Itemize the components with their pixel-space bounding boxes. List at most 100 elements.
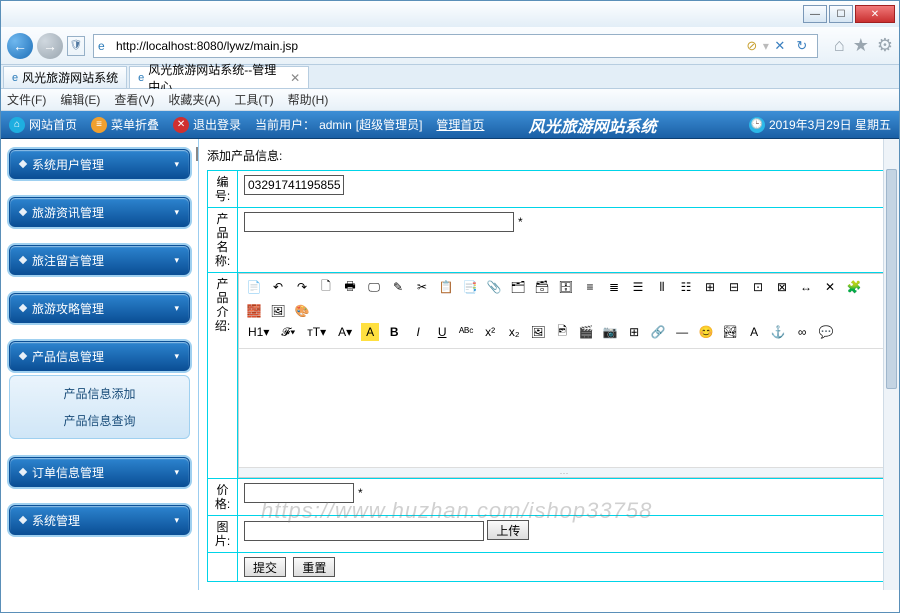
name-input[interactable]: [244, 212, 514, 232]
editor-tool-icon[interactable]: 📄: [245, 278, 263, 296]
editor-tool-icon[interactable]: 🗄: [557, 278, 575, 296]
home-icon[interactable]: ⌂: [834, 35, 845, 56]
editor-tool-icon[interactable]: 😊: [697, 323, 715, 341]
editor-tool-icon[interactable]: ≣: [605, 278, 623, 296]
editor-tool-icon[interactable]: 🎬: [577, 323, 595, 341]
editor-tool-icon[interactable]: ∞: [793, 323, 811, 341]
reset-button[interactable]: 重置: [293, 557, 335, 577]
editor-tool-icon[interactable]: 🔗: [649, 323, 667, 341]
editor-tool-icon[interactable]: 🖼: [269, 302, 287, 320]
address-bar[interactable]: e ⊘ ▾ ✕ ↻: [93, 34, 818, 58]
editor-tool-icon[interactable]: ✕: [821, 278, 839, 296]
pic-input[interactable]: [244, 521, 484, 541]
editor-tool-icon[interactable]: ᴬᴮᶜ: [457, 323, 475, 341]
highlight-icon[interactable]: A: [361, 323, 379, 341]
editor-tool-icon[interactable]: x₂: [505, 323, 523, 341]
menu-favorites[interactable]: 收藏夹(A): [168, 91, 220, 108]
editor-tool-icon[interactable]: 🖼: [529, 323, 547, 341]
editor-tool-icon[interactable]: ↶: [269, 278, 287, 296]
refresh-icon[interactable]: ↻: [793, 37, 811, 55]
sidebar-item-4[interactable]: 产品信息管理▾: [9, 341, 190, 371]
editor-resize-handle[interactable]: ⋯: [239, 467, 889, 477]
editor-tool-icon[interactable]: 🗋: [317, 278, 335, 296]
forward-button[interactable]: →: [37, 33, 63, 59]
code-input[interactable]: [244, 175, 344, 195]
menu-file[interactable]: 文件(F): [7, 91, 46, 108]
editor-tool-icon[interactable]: 🏞: [721, 323, 739, 341]
back-button[interactable]: ←: [7, 33, 33, 59]
url-input[interactable]: [116, 39, 741, 53]
editor-format-selector[interactable]: A▾: [335, 325, 355, 339]
nav-logout[interactable]: ✕退出登录: [173, 116, 241, 133]
editor-tool-icon[interactable]: ⊞: [701, 278, 719, 296]
editor-tool-icon[interactable]: ≡: [581, 278, 599, 296]
sidebar-item-0[interactable]: 系统用户管理▾: [9, 149, 190, 179]
menu-help[interactable]: 帮助(H): [288, 91, 329, 108]
editor-tool-icon[interactable]: A: [745, 323, 763, 341]
sub-query-product[interactable]: 产品信息查询: [10, 407, 189, 434]
menu-tools[interactable]: 工具(T): [234, 91, 273, 108]
vertical-scrollbar[interactable]: [883, 139, 899, 590]
tab-close-icon[interactable]: ✕: [290, 71, 300, 85]
sub-add-product[interactable]: 产品信息添加: [10, 380, 189, 407]
editor-tool-icon[interactable]: ☰: [629, 278, 647, 296]
editor-format-selector[interactable]: тT▾: [304, 325, 329, 339]
price-input[interactable]: [244, 483, 354, 503]
nav-menu-toggle[interactable]: ≡菜单折叠: [91, 116, 159, 133]
sidebar-item-1[interactable]: 旅游资讯管理▾: [9, 197, 190, 227]
editor-tool-icon[interactable]: 🗂: [509, 278, 527, 296]
menu-edit[interactable]: 编辑(E): [60, 91, 100, 108]
editor-tool-icon[interactable]: 🖶: [341, 278, 359, 296]
admin-home-link[interactable]: 管理首页: [436, 116, 484, 133]
editor-tool-icon[interactable]: 🎨: [293, 302, 311, 320]
tab-2[interactable]: e 风光旅游网站系统--管理中心 ✕: [129, 66, 309, 88]
editor-tool-icon[interactable]: ☷: [677, 278, 695, 296]
editor-tool-icon[interactable]: ⊞: [625, 323, 643, 341]
stop-icon[interactable]: ✕: [771, 37, 789, 55]
editor-tool-icon[interactable]: x²: [481, 323, 499, 341]
editor-tool-icon[interactable]: ⫴: [653, 278, 671, 296]
editor-format-selector[interactable]: H1▾: [245, 325, 272, 339]
editor-tool-icon[interactable]: 🗃: [533, 278, 551, 296]
sidebar-item-3[interactable]: 旅游攻略管理▾: [9, 293, 190, 323]
editor-tool-icon[interactable]: 💬: [817, 323, 835, 341]
tab-1[interactable]: e 风光旅游网站系统: [3, 66, 127, 88]
editor-tool-icon[interactable]: ⚓: [769, 323, 787, 341]
editor-tool-icon[interactable]: 📋: [437, 278, 455, 296]
editor-tool-icon[interactable]: 📎: [485, 278, 503, 296]
nav-site-home[interactable]: ⌂网站首页: [9, 116, 77, 133]
upload-button[interactable]: 上传: [487, 520, 529, 540]
menu-view[interactable]: 查看(V): [114, 91, 154, 108]
editor-tool-icon[interactable]: 🧩: [845, 278, 863, 296]
editor-tool-icon[interactable]: ⊟: [725, 278, 743, 296]
sidebar-item-2[interactable]: 旅注留言管理▾: [9, 245, 190, 275]
editor-tool-icon[interactable]: 📷: [601, 323, 619, 341]
editor-tool-icon[interactable]: 📑: [461, 278, 479, 296]
favorites-icon[interactable]: ★: [853, 35, 869, 56]
editor-tool-icon[interactable]: I: [409, 323, 427, 341]
editor-body[interactable]: [239, 349, 889, 467]
editor-tool-icon[interactable]: 🧱: [245, 302, 263, 320]
sidebar-item-5[interactable]: 订单信息管理▾: [9, 457, 190, 487]
tools-icon[interactable]: ⚙: [877, 35, 893, 56]
editor-tool-icon[interactable]: ⊡: [749, 278, 767, 296]
editor-tool-icon[interactable]: 🖵: [365, 278, 383, 296]
compat-icon[interactable]: ⊘: [743, 37, 761, 55]
editor-tool-icon[interactable]: B: [385, 323, 403, 341]
editor-tool-icon[interactable]: ✂: [413, 278, 431, 296]
editor-tool-icon[interactable]: U: [433, 323, 451, 341]
submit-button[interactable]: 提交: [244, 557, 286, 577]
scrollbar-thumb[interactable]: [886, 169, 897, 389]
maximize-button[interactable]: ☐: [829, 5, 853, 23]
close-button[interactable]: ✕: [855, 5, 895, 23]
security-shield-icon[interactable]: 🛡: [67, 36, 85, 56]
editor-tool-icon[interactable]: ↷: [293, 278, 311, 296]
editor-tool-icon[interactable]: ↔: [797, 278, 815, 296]
minimize-button[interactable]: —: [803, 5, 827, 23]
editor-format-selector[interactable]: 𝓕▾: [278, 325, 298, 340]
editor-tool-icon[interactable]: ⊠: [773, 278, 791, 296]
editor-tool-icon[interactable]: ✎: [389, 278, 407, 296]
sidebar-item-6[interactable]: 系统管理▾: [9, 505, 190, 535]
editor-tool-icon[interactable]: —: [673, 323, 691, 341]
editor-tool-icon[interactable]: 🖻: [553, 323, 571, 341]
